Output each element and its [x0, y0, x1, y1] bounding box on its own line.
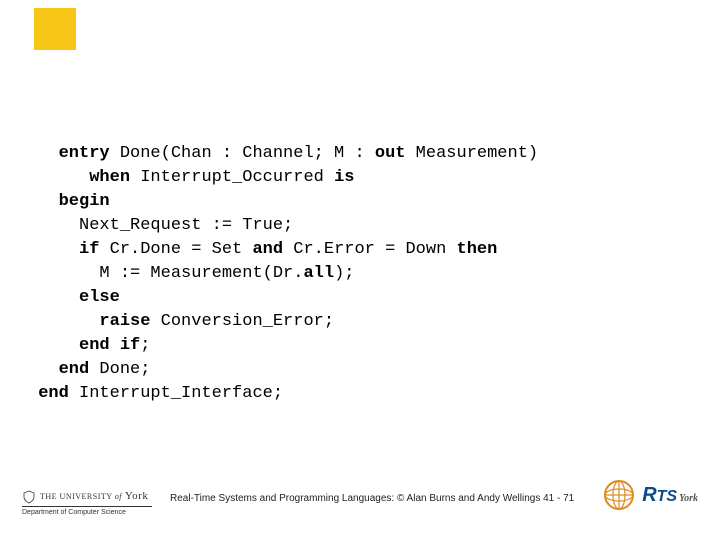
uoy-text-of: of: [115, 492, 122, 501]
kw-is: is: [334, 168, 354, 187]
kw-entry: entry: [59, 144, 110, 163]
kw-end: end: [59, 360, 90, 379]
kw-when: when: [89, 168, 130, 187]
kw-all: all: [303, 264, 334, 283]
crest-icon: [22, 490, 36, 504]
code-text: Done(Chan : Channel; M :: [110, 144, 375, 163]
code-text: M := Measurement(Dr.: [99, 264, 303, 283]
kw-then: then: [457, 240, 498, 259]
code-block: entry Done(Chan : Channel; M : out Measu…: [28, 142, 700, 406]
code-text: Done;: [89, 360, 150, 379]
kw-else: else: [79, 288, 120, 307]
rts-ts: TS: [657, 488, 677, 505]
kw-begin: begin: [59, 192, 110, 211]
kw-if: if: [79, 240, 99, 259]
kw-raise: raise: [99, 312, 150, 331]
uoy-text-pre: THE UNIVERSITY: [40, 492, 115, 501]
kw-endif: end if: [79, 336, 140, 355]
globe-icon: [602, 478, 636, 512]
rts-york: York: [679, 493, 698, 504]
rts-text: RTSYork: [642, 484, 698, 507]
university-name: THE UNIVERSITY of York: [22, 490, 152, 507]
code-text: );: [334, 264, 354, 283]
code-text: Interrupt_Occurred: [130, 168, 334, 187]
university-logo: THE UNIVERSITY of York Department of Com…: [22, 490, 152, 516]
code-text: ;: [140, 336, 150, 355]
footer: THE UNIVERSITY of York Department of Com…: [0, 460, 720, 516]
slide: entry Done(Chan : Channel; M : out Measu…: [0, 0, 720, 540]
code-text: Cr.Done = Set: [99, 240, 252, 259]
slide-caption: Real-Time Systems and Programming Langua…: [170, 493, 574, 504]
kw-out: out: [375, 144, 406, 163]
kw-end: end: [38, 384, 69, 403]
department-name: Department of Computer Science: [22, 509, 152, 516]
code-text: Interrupt_Interface;: [69, 384, 283, 403]
code-text: Next_Request := True;: [79, 216, 293, 235]
uoy-text-york: York: [122, 490, 148, 502]
code-text: Measurement): [405, 144, 538, 163]
kw-and: and: [252, 240, 283, 259]
code-text: Conversion_Error;: [150, 312, 334, 331]
rts-r: R: [642, 484, 656, 506]
rts-logo: RTSYork: [602, 478, 698, 512]
decorative-square: [34, 8, 76, 50]
code-text: Cr.Error = Down: [283, 240, 456, 259]
